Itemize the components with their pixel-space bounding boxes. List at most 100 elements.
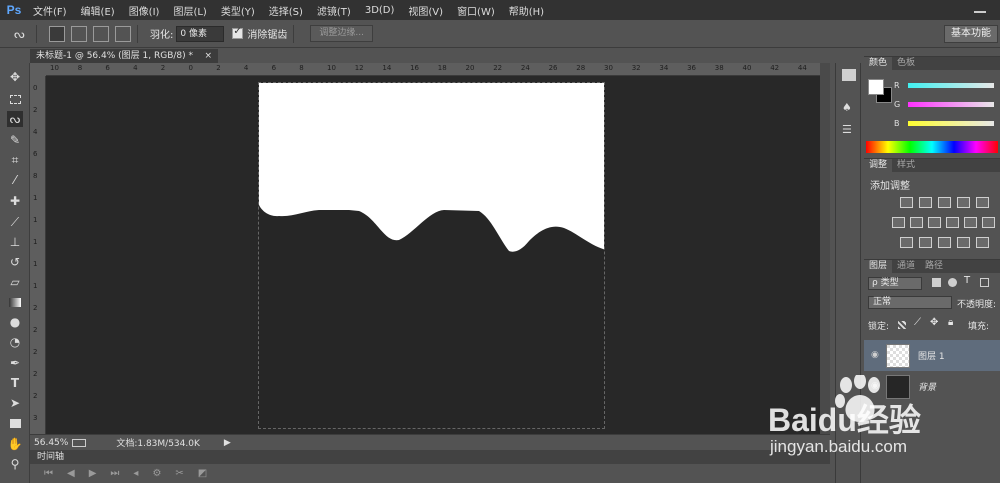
lasso-tool-icon[interactable]: ᔓ bbox=[7, 111, 23, 127]
audio-icon[interactable]: ◂ bbox=[133, 468, 138, 479]
blue-slider[interactable] bbox=[908, 121, 994, 126]
lock-position-icon[interactable]: ✥ bbox=[930, 317, 938, 328]
layer-filter-select[interactable]: ρ 类型 bbox=[868, 277, 922, 290]
timeline-tab[interactable]: 时间轴 bbox=[30, 450, 830, 464]
move-tool-icon[interactable]: ✥ bbox=[7, 69, 23, 85]
type-tool-icon[interactable]: T bbox=[7, 375, 23, 391]
filter-shape-icon[interactable] bbox=[980, 278, 989, 287]
photo-filter-icon[interactable] bbox=[946, 217, 959, 228]
eraser-tool-icon[interactable]: ▱ bbox=[7, 274, 23, 290]
menu-3d[interactable]: 3D(D) bbox=[358, 5, 402, 16]
selective-color-icon[interactable] bbox=[957, 237, 970, 248]
intersect-selection-icon[interactable] bbox=[115, 25, 131, 42]
menu-help[interactable]: 帮助(H) bbox=[502, 3, 551, 18]
brightness-icon[interactable] bbox=[900, 197, 913, 208]
first-frame-icon[interactable]: ⏮ bbox=[44, 468, 53, 479]
zoom-level[interactable]: 56.45% bbox=[34, 438, 68, 448]
feather-input[interactable]: 0 像素 bbox=[176, 25, 225, 42]
invert-icon[interactable] bbox=[900, 237, 913, 248]
color-balance-icon[interactable] bbox=[910, 217, 923, 228]
color-lookup-icon[interactable] bbox=[982, 217, 995, 228]
layer-row-layer1[interactable]: ◉ 图层 1 bbox=[864, 340, 1000, 371]
crop-tool-icon[interactable]: ⌗ bbox=[7, 152, 23, 168]
path-select-tool-icon[interactable]: ➤ bbox=[7, 395, 23, 411]
tab-swatches[interactable]: 色板 bbox=[892, 57, 920, 70]
scissors-icon[interactable]: ✂ bbox=[175, 468, 183, 479]
close-icon[interactable]: × bbox=[204, 49, 212, 63]
green-slider[interactable] bbox=[908, 102, 994, 107]
posterize-icon[interactable] bbox=[919, 237, 932, 248]
actions-icon[interactable]: ♠ bbox=[842, 101, 856, 115]
menu-image[interactable]: 图像(I) bbox=[122, 3, 167, 18]
filter-adjust-icon[interactable] bbox=[948, 278, 957, 287]
color-spectrum[interactable] bbox=[866, 141, 998, 153]
gradient-tool-icon[interactable] bbox=[7, 294, 23, 310]
lock-all-icon[interactable]: 🔒︎ bbox=[948, 317, 953, 328]
tab-adjustments[interactable]: 调整 bbox=[864, 159, 893, 172]
menu-file[interactable]: 文件(F) bbox=[26, 3, 74, 18]
properties-icon[interactable]: ☰ bbox=[842, 123, 856, 137]
levels-icon[interactable] bbox=[919, 197, 932, 208]
workspace-button[interactable]: 基本功能 bbox=[944, 25, 998, 43]
play-icon[interactable]: ▶ bbox=[89, 468, 97, 479]
exposure-icon[interactable] bbox=[957, 197, 970, 208]
menu-filter[interactable]: 滤镜(T) bbox=[310, 3, 358, 18]
quick-select-tool-icon[interactable]: ✎ bbox=[7, 132, 23, 148]
status-menu-arrow-icon[interactable]: ▶ bbox=[224, 438, 231, 448]
menu-layer[interactable]: 图层(L) bbox=[166, 3, 213, 18]
lock-pixels-icon[interactable]: ⟋ bbox=[914, 317, 921, 328]
filter-pixel-icon[interactable] bbox=[932, 278, 941, 287]
foreground-color-swatch[interactable] bbox=[868, 79, 884, 95]
menu-window[interactable]: 窗口(W) bbox=[450, 3, 502, 18]
antialias-checkbox[interactable] bbox=[232, 26, 244, 39]
black-white-icon[interactable] bbox=[928, 217, 941, 228]
tab-channels[interactable]: 通道 bbox=[892, 260, 920, 273]
stamp-tool-icon[interactable]: ⊥ bbox=[7, 234, 23, 250]
visibility-eye-icon[interactable]: ◉ bbox=[871, 350, 879, 360]
menu-edit[interactable]: 编辑(E) bbox=[74, 3, 122, 18]
next-frame-icon[interactable]: ⏭ bbox=[110, 468, 119, 479]
settings-icon[interactable]: ⚙ bbox=[152, 468, 161, 479]
add-selection-icon[interactable] bbox=[71, 25, 87, 42]
zoom-tool-icon[interactable]: ⚲ bbox=[7, 456, 23, 472]
subtract-selection-icon[interactable] bbox=[93, 25, 109, 42]
pen-tool-icon[interactable]: ✒ bbox=[7, 355, 23, 371]
refine-edge-button[interactable]: 调整边缘... bbox=[310, 25, 373, 42]
tab-layers[interactable]: 图层 bbox=[864, 260, 893, 273]
lasso-icon[interactable]: ᔓ bbox=[14, 27, 30, 41]
tab-color[interactable]: 颜色 bbox=[864, 57, 893, 70]
filter-type-icon[interactable]: T bbox=[964, 275, 970, 286]
menu-type[interactable]: 类型(Y) bbox=[214, 3, 262, 18]
menu-view[interactable]: 视图(V) bbox=[401, 3, 450, 18]
shape-tool-icon[interactable] bbox=[7, 415, 23, 431]
canvas-area[interactable] bbox=[46, 76, 820, 434]
healing-tool-icon[interactable]: ✚ bbox=[7, 193, 23, 209]
history-icon[interactable] bbox=[842, 69, 856, 81]
brush-tool-icon[interactable]: ⟋ bbox=[7, 214, 23, 230]
new-selection-icon[interactable] bbox=[49, 25, 65, 42]
dodge-tool-icon[interactable]: ◔ bbox=[7, 334, 23, 350]
prev-frame-icon[interactable]: ◀ bbox=[67, 468, 75, 479]
curves-icon[interactable] bbox=[938, 197, 951, 208]
threshold-icon[interactable] bbox=[938, 237, 951, 248]
red-slider[interactable] bbox=[908, 83, 994, 88]
tab-styles[interactable]: 样式 bbox=[892, 159, 920, 172]
hand-tool-icon[interactable]: ✋ bbox=[7, 436, 23, 452]
blend-mode-select[interactable]: 正常 bbox=[868, 296, 952, 309]
gradient-map-icon[interactable] bbox=[976, 237, 989, 248]
layer-name[interactable]: 图层 1 bbox=[918, 349, 945, 362]
lock-transparent-icon[interactable] bbox=[898, 321, 906, 329]
document-canvas[interactable] bbox=[258, 82, 605, 429]
hue-saturation-icon[interactable] bbox=[892, 217, 905, 228]
marquee-tool-icon[interactable] bbox=[7, 91, 23, 107]
minimize-icon[interactable] bbox=[974, 3, 986, 13]
history-brush-icon[interactable]: ↺ bbox=[7, 254, 23, 270]
blur-tool-icon[interactable]: ● bbox=[7, 314, 23, 330]
menu-select[interactable]: 选择(S) bbox=[262, 3, 310, 18]
document-tab[interactable]: 未标题-1 @ 56.4% (图层 1, RGB/8) * × bbox=[30, 49, 218, 63]
transition-icon[interactable]: ◩ bbox=[198, 468, 207, 479]
eyedropper-tool-icon[interactable]: ⁄ bbox=[7, 172, 23, 188]
vibrance-icon[interactable] bbox=[976, 197, 989, 208]
channel-mixer-icon[interactable] bbox=[964, 217, 977, 228]
tab-paths[interactable]: 路径 bbox=[920, 260, 948, 273]
